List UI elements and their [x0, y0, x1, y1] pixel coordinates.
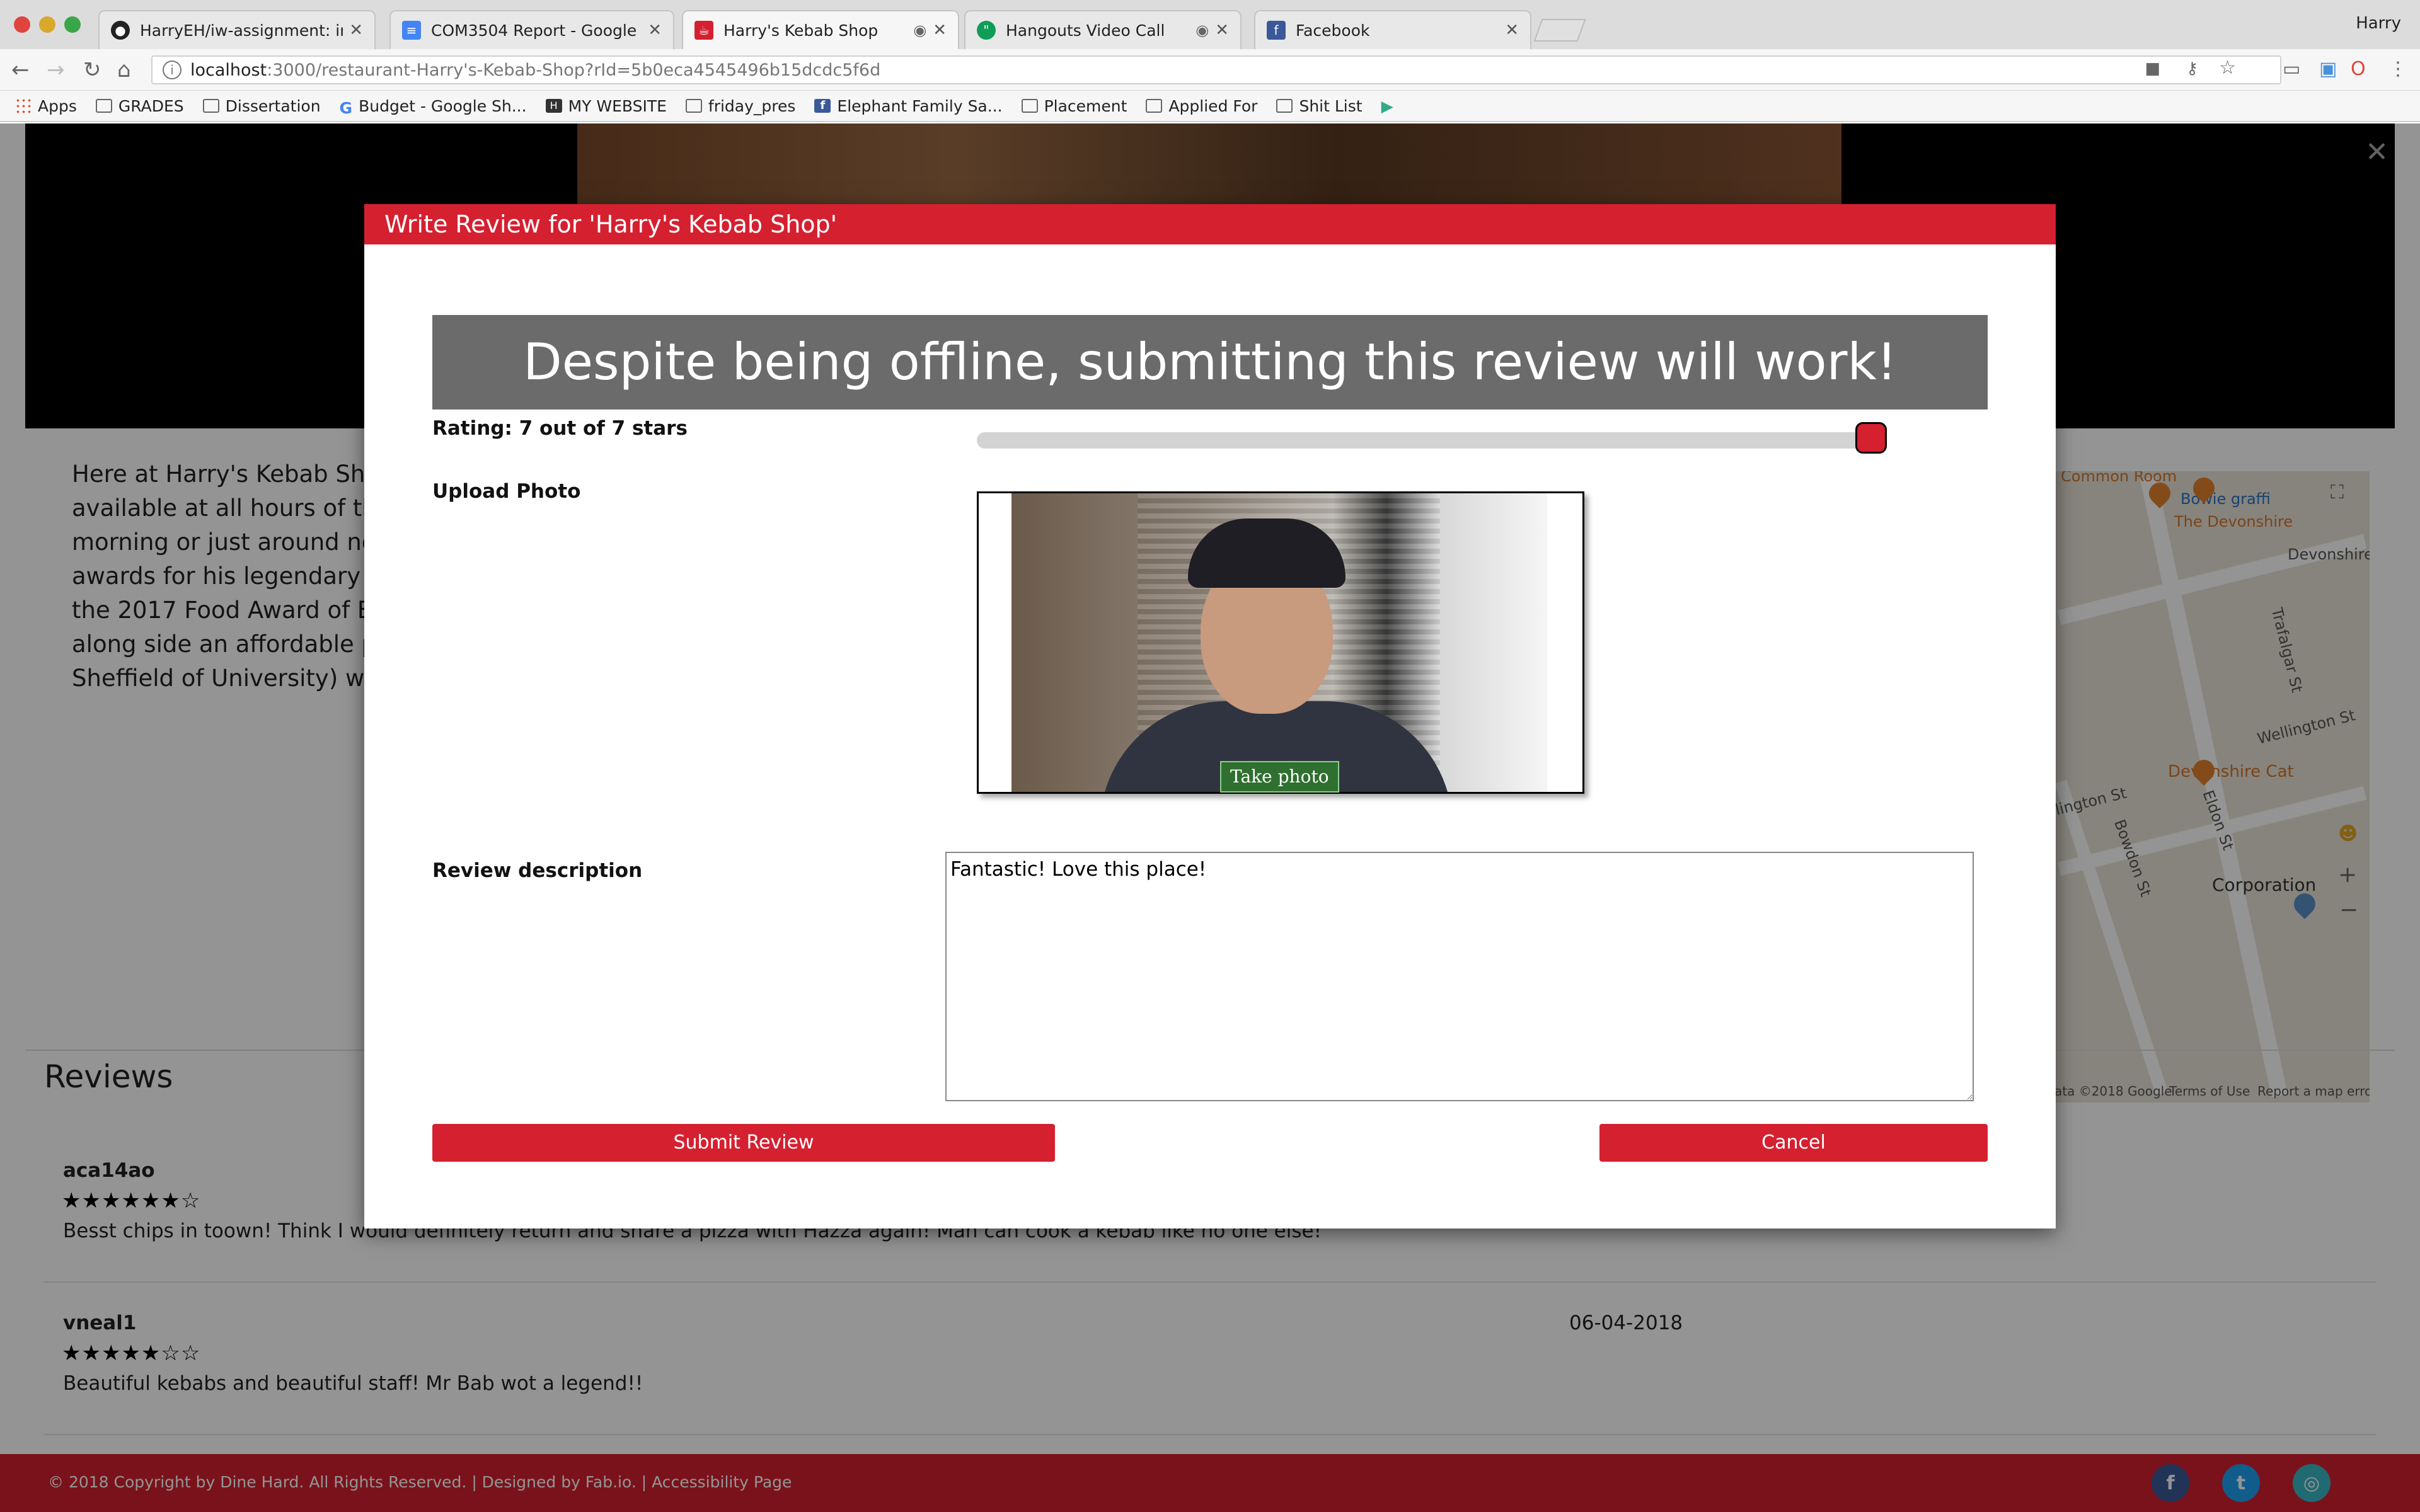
- close-window-button[interactable]: [14, 16, 30, 33]
- tab-title: Facebook: [1296, 21, 1370, 40]
- bookmark-folder[interactable]: Placement: [1021, 96, 1127, 115]
- bookmark-label: Placement: [1044, 96, 1127, 115]
- webcam-feed: [1011, 493, 1547, 792]
- folder-icon: [1021, 99, 1038, 113]
- bookmark-folder[interactable]: Applied For: [1146, 97, 1257, 115]
- home-icon[interactable]: ⌂: [117, 58, 131, 82]
- bookmark-label: friday_pres: [708, 96, 796, 115]
- review-description-label: Review description: [432, 859, 643, 882]
- take-photo-button[interactable]: Take photo: [1220, 761, 1339, 793]
- rating-label: Rating: 7 out of 7 stars: [432, 417, 688, 440]
- bookmark-folder[interactable]: Dissertation: [202, 96, 321, 115]
- bookmark-label: Budget - Google Sh...: [359, 96, 527, 115]
- bookmark-folder[interactable]: GRADES: [95, 96, 184, 115]
- close-tab-icon[interactable]: ✕: [648, 21, 662, 40]
- address-bar[interactable]: i localhost:3000/restaurant-Harry's-Keba…: [151, 55, 2281, 84]
- review-description-input[interactable]: Fantastic! Love this place!: [945, 852, 1974, 1101]
- cancel-button[interactable]: Cancel: [1599, 1124, 1988, 1162]
- bookmark-folder[interactable]: Shit List: [1276, 96, 1363, 115]
- upload-photo-label: Upload Photo: [432, 480, 581, 503]
- modal-title: Write Review for 'Harry's Kebab Shop': [364, 204, 2056, 244]
- maximize-window-button[interactable]: [64, 16, 81, 33]
- tab-facebook[interactable]: f Facebook ✕: [1254, 10, 1531, 49]
- bookmarks-bar: Apps GRADES Dissertation G Budget - Googl…: [0, 91, 2420, 122]
- close-tab-icon[interactable]: ✕: [349, 21, 363, 40]
- tab-kebab-shop[interactable]: ☕ Harry's Kebab Shop ◉ ✕: [682, 10, 959, 49]
- bookmark-link[interactable]: G Budget - Google Sh...: [339, 96, 527, 118]
- folder-icon: [202, 99, 219, 113]
- rating-slider-track[interactable]: [977, 432, 1886, 449]
- tab-title: Harry's Kebab Shop: [723, 21, 879, 40]
- bookmark-star-icon[interactable]: ☆: [2219, 57, 2236, 79]
- forward-icon[interactable]: →: [47, 58, 65, 82]
- reload-icon[interactable]: ↻: [83, 58, 101, 82]
- facebook-icon: f: [814, 99, 831, 113]
- bookmark-label: Elephant Family Sa...: [837, 96, 1003, 115]
- recording-icon: ◉: [913, 21, 927, 39]
- browser-tabstrip: ● HarryEH/iw-assignment: intelli ✕ ≡ COM…: [0, 0, 2420, 49]
- play-store-icon: ▶: [1381, 96, 1393, 115]
- minimize-window-button[interactable]: [39, 16, 55, 33]
- offline-banner: Despite being offline, submitting this r…: [432, 315, 1988, 410]
- bookmark-label: MY WEBSITE: [568, 96, 667, 115]
- hangouts-icon: ": [977, 21, 996, 40]
- recording-icon: ◉: [1196, 21, 1209, 39]
- close-tab-icon[interactable]: ✕: [1215, 21, 1229, 40]
- bookmark-label: Dissertation: [225, 96, 321, 115]
- apps-grid-icon: [15, 98, 32, 114]
- rating-slider-thumb[interactable]: [1855, 422, 1887, 454]
- tab-title: HarryEH/iw-assignment: intelli: [140, 21, 343, 40]
- restaurant-icon: ☕: [694, 21, 713, 40]
- bookmark-link[interactable]: H MY WEBSITE: [545, 96, 667, 115]
- folder-icon: [685, 99, 702, 113]
- bookmark-label: Apps: [38, 96, 77, 115]
- close-tab-icon[interactable]: ✕: [1505, 21, 1519, 40]
- submit-review-button[interactable]: Submit Review: [432, 1124, 1055, 1162]
- folder-icon: [95, 99, 112, 113]
- bookmark-folder[interactable]: friday_pres: [685, 96, 796, 115]
- url-path: :3000/restaurant-Harry's-Kebab-Shop?rId=…: [267, 60, 881, 80]
- tab-github[interactable]: ● HarryEH/iw-assignment: intelli ✕: [98, 10, 376, 49]
- extension-icon[interactable]: ▣: [2319, 58, 2337, 80]
- browser-toolbar: ← → ↻ ⌂ i localhost:3000/restaurant-Harr…: [0, 49, 2420, 91]
- bookmark-label: Shit List: [1299, 96, 1363, 115]
- tab-title: COM3504 Report - Google Do: [431, 21, 642, 40]
- camera-preview: [977, 491, 1584, 794]
- facebook-icon: f: [1267, 21, 1286, 40]
- github-icon: ●: [111, 21, 130, 40]
- close-tab-icon[interactable]: ✕: [933, 21, 947, 40]
- opera-icon[interactable]: O: [2351, 58, 2366, 80]
- new-tab-button[interactable]: [1533, 19, 1586, 42]
- url-host: localhost: [190, 60, 267, 80]
- camera-icon[interactable]: ■: [2145, 59, 2160, 78]
- website-icon: H: [545, 99, 562, 113]
- bookmark-play[interactable]: ▶: [1381, 97, 1393, 115]
- bookmark-label: GRADES: [118, 96, 184, 115]
- write-review-modal: Write Review for 'Harry's Kebab Shop' De…: [364, 204, 2056, 1228]
- key-icon[interactable]: ⚷: [2186, 59, 2198, 78]
- bookmark-apps[interactable]: Apps: [15, 97, 77, 115]
- folder-icon: [1276, 99, 1293, 113]
- google-icon: G: [339, 99, 353, 117]
- google-docs-icon: ≡: [402, 21, 421, 40]
- tab-google-doc[interactable]: ≡ COM3504 Report - Google Do ✕: [389, 10, 674, 49]
- profile-name[interactable]: Harry: [2356, 14, 2401, 33]
- tab-title: Hangouts Video Call: [1006, 21, 1165, 40]
- info-icon[interactable]: i: [163, 60, 182, 79]
- menu-icon[interactable]: ⋮: [2388, 58, 2407, 80]
- tab-hangouts[interactable]: " Hangouts Video Call ◉ ✕: [964, 10, 1242, 49]
- bookmark-label: Applied For: [1168, 96, 1258, 115]
- back-icon[interactable]: ←: [11, 58, 30, 82]
- cast-icon[interactable]: ▭: [2283, 58, 2300, 80]
- bookmark-link[interactable]: f Elephant Family Sa...: [814, 96, 1003, 115]
- folder-icon: [1146, 99, 1163, 113]
